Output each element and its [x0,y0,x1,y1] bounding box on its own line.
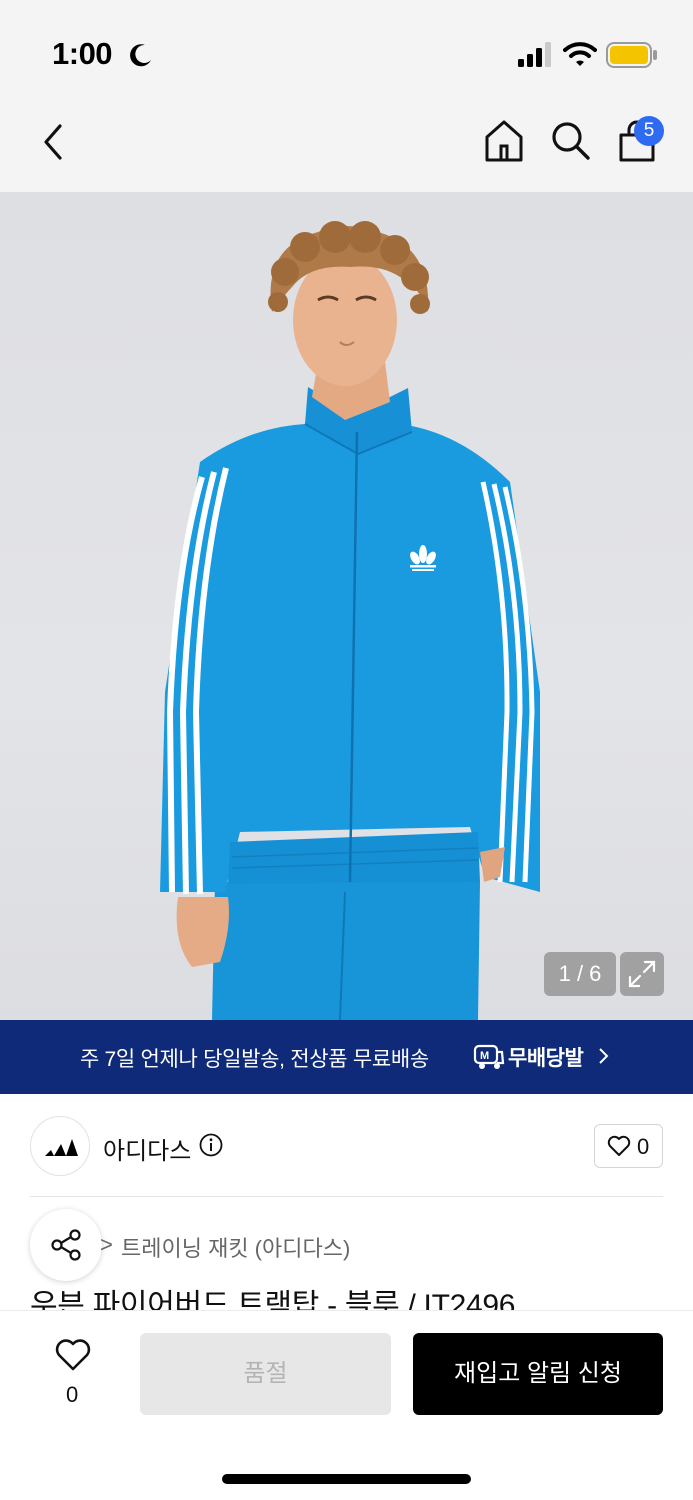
info-icon[interactable] [199,1133,223,1157]
adidas-logo-icon [45,1139,78,1156]
search-icon[interactable] [549,119,591,161]
expand-button[interactable] [620,952,664,996]
status-bar: 1:00 [0,0,693,100]
model-photo [160,221,540,1020]
restock-alert-button[interactable]: 재입고 알림 신청 [413,1333,663,1415]
like-heart-icon[interactable] [54,1338,92,1372]
brand-logo[interactable] [30,1116,90,1176]
like-count: 0 [66,1382,79,1407]
battery-icon [606,42,657,68]
svg-text:M: M [480,1050,489,1062]
status-time: 1:00 [52,36,113,71]
brand-wish-count: 0 [637,1134,650,1159]
breadcrumb-separator: > [100,1232,113,1257]
brand-wishlist-button[interactable]: 0 [594,1124,663,1168]
heart-icon [607,1135,631,1156]
chevron-right-icon [599,1048,609,1064]
divider [30,1196,663,1197]
expand-icon [628,960,656,988]
promo-text: 주 7일 언제나 당일발송, 전상품 무료배송 [80,1048,429,1071]
share-button[interactable] [30,1209,102,1281]
brand-name[interactable]: 아디다스 [103,1131,191,1166]
sold-out-button[interactable]: 품절 [140,1333,391,1415]
cellular-signal-icon [518,42,551,67]
share-icon [51,1229,81,1261]
wifi-icon [563,42,597,66]
product-image[interactable] [0,192,693,1020]
image-counter: 1 / 6 [544,952,616,996]
home-icon[interactable] [482,118,526,164]
home-indicator[interactable] [222,1474,471,1484]
breadcrumb-category[interactable]: 트레이닝 재킷 (아디다스) [121,1231,350,1263]
back-arrow-icon[interactable] [36,122,70,162]
promo-logo-text: 무배당발 [508,1047,584,1070]
delivery-truck-icon: M [473,1044,505,1069]
cart-count-badge: 5 [634,116,664,146]
free-shipping-banner[interactable]: 주 7일 언제나 당일발송, 전상품 무료배송 M 무배당발 [0,1020,693,1094]
moon-icon [130,44,151,67]
top-nav: 5 [0,100,693,192]
